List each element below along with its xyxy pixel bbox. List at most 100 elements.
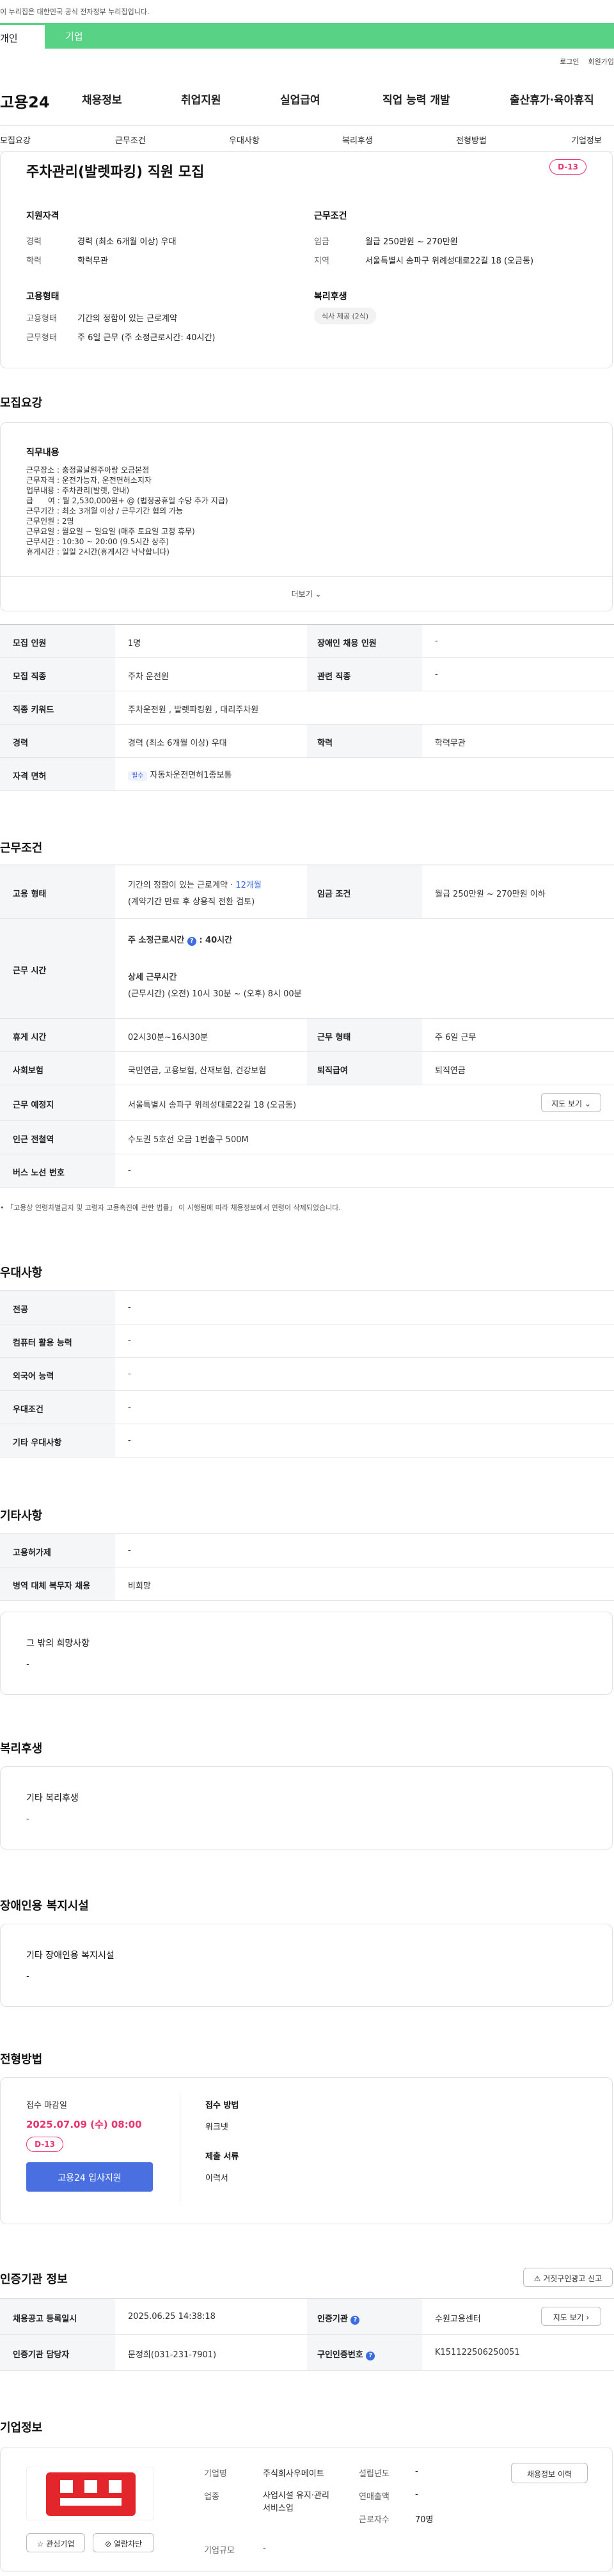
th: 직종 키워드: [0, 691, 115, 724]
wage-label: 임금: [314, 237, 329, 247]
td: -: [435, 636, 438, 646]
deadline-title: 접수 마감일: [26, 2101, 67, 2110]
sales-value: -: [415, 2490, 418, 2499]
nav-employment-support[interactable]: 취업지원: [181, 91, 221, 107]
th: 병역 대체 복무자 채용: [0, 1567, 115, 1600]
td: -: [128, 1303, 131, 1312]
question-icon[interactable]: ?: [187, 937, 196, 946]
org-label: 인증기관: [317, 2314, 348, 2324]
th: 인증기관 ?: [307, 2299, 422, 2334]
nav-jobs[interactable]: 채용정보: [82, 91, 122, 107]
welfare-title: 기타 복리후생: [26, 1793, 79, 1803]
table-row: 사회보험 국민연금, 고용보험, 산재보험, 건강보험 퇴직급여 퇴직연금: [0, 1052, 614, 1085]
age-note: • 「고용상 연령차별금지 및 고령자 고용촉진에 관한 법률」 이 시행됨에 …: [0, 1204, 341, 1212]
th: 고용허가제: [0, 1534, 115, 1567]
td: 1명: [128, 639, 141, 648]
career-label: 경력: [26, 237, 42, 247]
welfare-value: -: [26, 1814, 29, 1824]
tab-welfare[interactable]: 복리후생: [342, 134, 373, 146]
duty-title: 직무내용: [26, 448, 59, 458]
age-note-text: 「고용상 연령차별금지 및 고령자 고용촉진에 관한 법률」 이 시행됨에 따라…: [6, 1204, 341, 1212]
nav-training[interactable]: 직업 능력 개발: [382, 91, 450, 107]
year-label: 설립년도: [359, 2469, 390, 2479]
required-chip: 필수: [128, 771, 148, 781]
td: -: [128, 1336, 131, 1346]
region-label: 지역: [314, 256, 329, 266]
process-card: 접수 마감일 2025.07.09 (수) 08:00 D-13 고용24 입사…: [0, 2077, 613, 2224]
emp-type-label: 고용형태: [26, 314, 57, 324]
company-card: ☆ 관심기업 ⊘ 열람차단 기업명 주식회사우메이트 업종 사업시설 유지·관리…: [0, 2447, 613, 2572]
table-row: 전공 -: [0, 1291, 614, 1324]
th: 우대조건: [0, 1391, 115, 1424]
td: 학력무관: [435, 739, 466, 748]
tab-conditions[interactable]: 근무조건: [115, 134, 146, 146]
table-row: 휴게 시간 02시30분~16시30분 근무 형태 주 6일 근무: [0, 1019, 614, 1052]
job-history-button[interactable]: 채용정보 이력: [511, 2463, 588, 2483]
more-button[interactable]: 더보기 ⌄: [1, 576, 612, 611]
table-row: 채용공고 등록일시 2025.06.25 14:38:18 인증기관 ? 수원고…: [0, 2299, 614, 2335]
site-logo[interactable]: 고용24: [0, 90, 50, 112]
table-row: 인근 전철역 수도권 5호선 오금 1번출구 500M: [0, 1121, 614, 1154]
disabled-title: 기타 장애인용 복지시설: [26, 1951, 114, 1961]
th: 사회보험: [0, 1052, 115, 1085]
tab-preferences[interactable]: 우대사항: [229, 134, 260, 146]
table-row: 고용허가제 -: [0, 1534, 614, 1567]
question-icon[interactable]: ?: [350, 2316, 360, 2325]
name-value: 주식회사우메이트: [263, 2469, 324, 2479]
nav-parental-leave[interactable]: 출산휴가·육아휴직: [510, 91, 594, 107]
question-icon[interactable]: ?: [366, 2352, 375, 2360]
method-value: 워크넷: [205, 2123, 228, 2132]
recruit-heading: 모집요강: [0, 397, 43, 410]
emp-heading: 고용형태: [26, 292, 59, 302]
emp-count-value: 70명: [415, 2515, 434, 2525]
td: -: [128, 1546, 131, 1555]
welfare-heading: 복리후생: [314, 292, 347, 302]
th: 기타 우대사항: [0, 1424, 115, 1457]
detail-value: (근무시간) (오전) 10시 30분 ~ (오후) 8시 00분: [128, 989, 302, 999]
duty-card: 직무내용 근무장소 : 충정골날원주아랑 오금본점 근무자격 : 운전가능자, …: [0, 422, 613, 611]
table-row: 고용 형태 기간의 정함이 있는 근로계약 · 12개월 (계약기간 만료 후 …: [0, 865, 614, 919]
th: 버스 노선 번호: [0, 1154, 115, 1187]
welfare-section-heading: 복리후생: [0, 1742, 43, 1755]
td: 자동차운전면허1종보통: [150, 771, 232, 780]
th: 인증기관 담당자: [0, 2335, 115, 2370]
sales-label: 연매출액: [359, 2492, 390, 2502]
agency-map-button[interactable]: 지도 보기 ›: [541, 2307, 601, 2326]
block-label: 열람차단: [113, 2540, 143, 2549]
emp-cell: 기간의 정함이 있는 근로계약 · 12개월: [128, 878, 262, 890]
nav-unemployment[interactable]: 실업급여: [280, 91, 320, 107]
category-company[interactable]: 기업: [45, 23, 83, 49]
login-link[interactable]: 로그인: [560, 56, 579, 67]
tab-recruit[interactable]: 모집요강: [0, 134, 31, 146]
td: -: [435, 670, 438, 679]
emp-type-value: 기간의 정함이 있는 근로계약: [77, 314, 177, 324]
year-value: -: [415, 2467, 418, 2476]
category-personal[interactable]: 개인: [0, 23, 45, 49]
apply-button[interactable]: 고용24 입사지원: [26, 2162, 153, 2192]
hope-card: 그 밖의 희망사항 -: [0, 1612, 613, 1695]
td: -: [128, 1402, 131, 1412]
tab-company[interactable]: 기업정보: [571, 134, 602, 146]
disabled-card: 기타 장애인용 복지시설 -: [0, 1924, 613, 2007]
alert-icon: ⚠: [533, 2274, 541, 2283]
ind-label: 업종: [204, 2492, 219, 2502]
method-title: 접수 방법: [205, 2101, 239, 2110]
block-button[interactable]: ⊘ 열람차단: [93, 2533, 154, 2552]
career-value: 경력 (최소 6개월 이상) 우대: [77, 237, 177, 247]
map-button[interactable]: 지도 보기 ⌄: [541, 1093, 601, 1112]
cond-heading: 근무조건: [314, 211, 347, 221]
size-value: -: [263, 2543, 266, 2553]
duty-line: 근무시간 : 10:30 ~ 20:00 (9.5시간 상주): [26, 537, 169, 546]
report-button[interactable]: ⚠ 거짓구인광고 신고: [523, 2268, 613, 2287]
detail-title: 상세 근무시간: [128, 973, 177, 982]
td: 수원고용센터: [435, 2314, 481, 2324]
td: 주차운전원 , 발렛파킹원 , 대리주차원: [128, 705, 259, 715]
table-row: 근무 예정지 서울특별시 송파구 위례성대로22길 18 (오금동) 지도 보기…: [0, 1085, 614, 1121]
signup-link[interactable]: 회원가입: [588, 56, 614, 67]
dday-badge: D-13: [549, 159, 586, 175]
docs-title: 제출 서류: [205, 2152, 239, 2162]
tab-process[interactable]: 전형방법: [456, 134, 487, 146]
th: 근무 형태: [307, 1019, 422, 1051]
agency-heading: 인증기관 정보: [0, 2273, 68, 2286]
favorite-button[interactable]: ☆ 관심기업: [26, 2533, 85, 2552]
